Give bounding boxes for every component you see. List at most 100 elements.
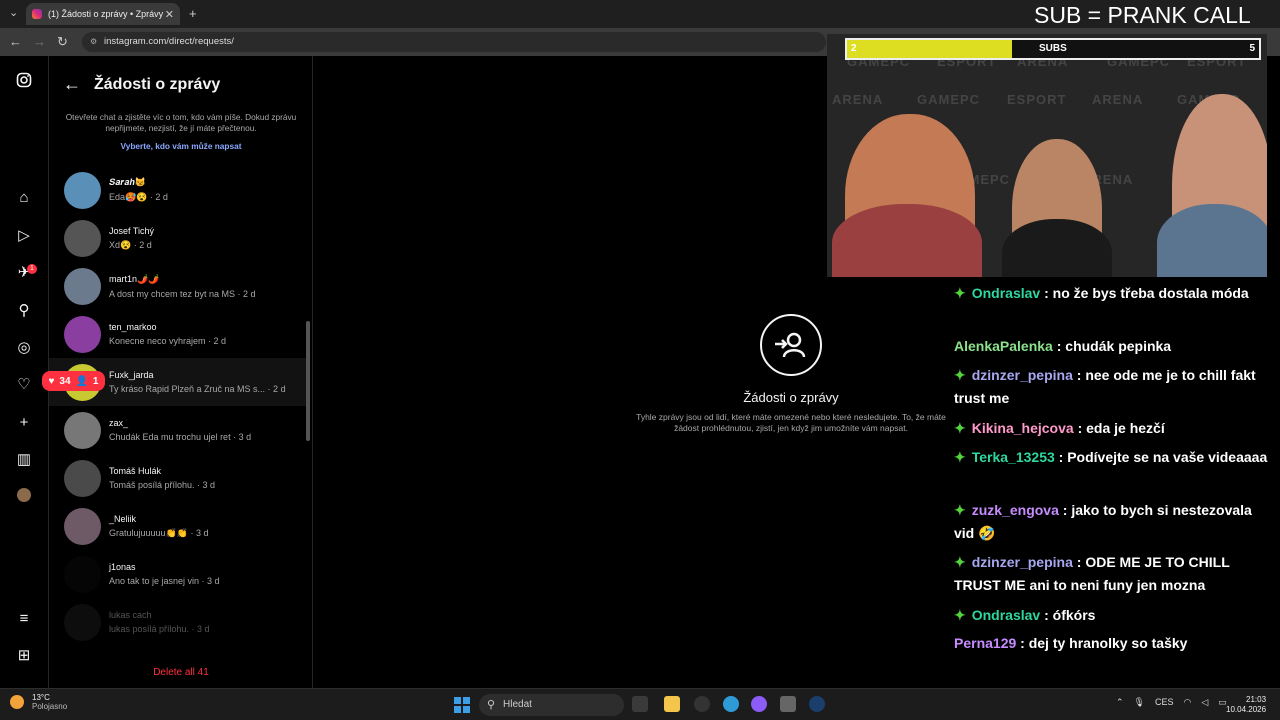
url-field[interactable]: ⚙ instagram.com/direct/requests/ [82, 32, 826, 52]
chat-badge-icon: ✦ [954, 607, 966, 623]
app-icon[interactable] [751, 696, 767, 712]
start-button-icon[interactable] [454, 697, 470, 713]
request-message: A dost my chcem tez byt na MS · 2 d [109, 288, 256, 299]
forward-icon[interactable]: → [33, 34, 46, 49]
chat-text: : eda je hezčí [1077, 420, 1165, 436]
chrome-icon[interactable] [723, 696, 739, 712]
create-icon[interactable]: + [14, 413, 34, 433]
reload-icon[interactable]: ↻ [57, 34, 68, 50]
person-middle-shirt [1002, 219, 1112, 277]
scrollbar[interactable] [306, 321, 310, 441]
language-indicator[interactable]: CES [1155, 697, 1174, 708]
search-icon[interactable]: ⚲ [14, 301, 34, 321]
request-row[interactable]: lukas cach lukas posílá přílohu. · 3 d [49, 598, 307, 644]
request-row[interactable]: mart1n🌶️🌶️ A dost my chcem tez byt na MS … [49, 262, 307, 310]
who-can-message-link[interactable]: Vyberte, kdo vám může napsat [49, 141, 313, 151]
request-text: Josef Tichý Xd😵 · 2 d [109, 226, 154, 251]
request-message: Konecne neco vyhrajem · 2 d [109, 336, 227, 346]
windows-taskbar: 13°C Polojasno ⚲ Hledat ⌃ 🎙 CES ◠ ◁ ▭ 21… [0, 688, 1280, 720]
tray-chevron-icon[interactable]: ⌃ [1116, 697, 1124, 708]
request-name: Tomáš Hulák [109, 466, 162, 476]
panel-description: Otevřete chat a zjistěte víc o tom, kdo … [65, 112, 297, 133]
chat-username: Ondraslav [971, 285, 1041, 301]
sub-goal-target: 5 [1249, 43, 1255, 54]
request-text: ten_markoo Konecne neco vyhrajem · 2 d [109, 322, 226, 346]
browser-tab[interactable]: (1) Žádosti o zprávy • Zprávy ✕ [26, 3, 180, 25]
request-name: Fuxk_jarda [109, 370, 154, 380]
back-arrow-icon[interactable]: ← [63, 74, 81, 95]
weather-widget[interactable]: 13°C Polojasno [10, 693, 67, 711]
request-text: lukas cach lukas posílá přílohu. · 3 d [109, 610, 210, 634]
request-message: Chudák Eda mu trochu ujel ret · 3 d [109, 432, 252, 442]
url-text: instagram.com/direct/requests/ [104, 36, 234, 47]
chat-text: : ófkórs [1044, 607, 1096, 623]
chat-username: dzinzer_pepina [971, 554, 1073, 570]
request-row[interactable]: Josef Tichý Xd😵 · 2 d [49, 214, 307, 262]
request-list: 𝑺𝒂𝒓𝒂𝒉😼 Eda🥵😵 · 2 d Josef Tichý Xd😵 · 2 d mar… [49, 166, 313, 644]
avatar [64, 507, 101, 545]
instagram-sidebar: ⌂ ▷ ✈ 1 ⚲ ◎ ♡ + ▥ ≡ ⊞ [0, 56, 49, 688]
request-message: Xd😵 · 2 d [109, 239, 152, 250]
file-explorer-icon[interactable] [664, 696, 680, 712]
chat-text: : no že bys třeba dostala móda [1044, 285, 1249, 301]
request-text: j1onas Ano tak to je jasnej vin · 3 d [109, 562, 220, 586]
back-icon[interactable]: ← [9, 34, 22, 49]
chat-badge-icon: ✦ [954, 367, 966, 383]
chat-badge-icon: ✦ [954, 420, 966, 436]
dashboard-icon[interactable]: ▥ [14, 450, 34, 470]
chat-message: Perna129 : dej ty hranolky so tašky [954, 632, 1274, 655]
chat-username: Perna129 [954, 635, 1017, 651]
threads-icon[interactable]: ⊞ [14, 646, 34, 666]
home-icon[interactable]: ⌂ [14, 188, 34, 208]
reels-icon[interactable]: ▷ [14, 226, 34, 246]
delete-all-button[interactable]: Delete all 41 [49, 667, 313, 678]
request-row[interactable]: 𝑺𝒂𝒓𝒂𝒉😼 Eda🥵😵 · 2 d [49, 166, 307, 214]
site-info-icon[interactable]: ⚙ [90, 37, 97, 46]
person-left-shirt [832, 204, 982, 277]
microphone-icon[interactable]: 🎙 [1134, 697, 1145, 708]
taskbar-search[interactable]: ⚲ Hledat [479, 694, 624, 716]
wifi-icon[interactable]: ◠ [1184, 697, 1192, 708]
chat-badge-icon: ✦ [954, 285, 966, 301]
chat-message: ✦ Ondraslav : no že bys třeba dostala mód… [954, 282, 1274, 305]
task-view-icon[interactable] [632, 696, 648, 712]
chat-message: AlenkaPalenka : chudák pepinka [954, 335, 1274, 358]
chat-message: ✦ Terka_13253 : Podívejte se na vaše vide… [954, 446, 1274, 469]
request-name: _Neliik [109, 513, 137, 524]
notification-pill[interactable]: ♥ 34 👤 1 [42, 371, 105, 391]
app-icon[interactable] [694, 696, 710, 712]
request-row[interactable]: _Neliik Gratulujuuuuu👏👏 · 3 d [49, 502, 307, 550]
notifications-icon[interactable]: ♡ [14, 375, 34, 395]
avatar [64, 555, 101, 593]
profile-icon[interactable] [14, 488, 34, 508]
request-name: ten_markoo [109, 322, 157, 332]
tab-menu-icon[interactable]: ⌄ [9, 6, 18, 19]
message-requests-icon [760, 314, 822, 376]
chat-username: Terka_13253 [971, 449, 1055, 465]
avatar [64, 171, 101, 209]
steam-icon[interactable] [809, 696, 825, 712]
volume-icon[interactable]: ◁ [1201, 697, 1208, 708]
chat-message: ✦ dzinzer_pepina : nee ode me je to chill… [954, 364, 1274, 410]
request-text: Fuxk_jarda Ty kráso Rapid Plzeň a Zruč na… [109, 370, 286, 394]
menu-icon[interactable]: ≡ [14, 609, 34, 629]
explore-icon[interactable]: ◎ [14, 338, 34, 358]
avatar [64, 315, 101, 353]
sub-goal-bar: 2 SUBS 5 [845, 38, 1261, 60]
instagram-icon[interactable] [14, 72, 34, 92]
request-row[interactable]: zax_ Chudák Eda mu trochu ujel ret · 3 d [49, 406, 307, 454]
request-text: Tomáš Hulák Tomáš posílá přílohu. · 3 d [109, 466, 215, 490]
request-row[interactable]: j1onas Ano tak to je jasnej vin · 3 d [49, 550, 307, 598]
clock[interactable]: 21:03 10.04.2026 [1226, 695, 1266, 715]
request-row[interactable]: ten_markoo Konecne neco vyhrajem · 2 d [49, 310, 307, 358]
avatar [64, 411, 101, 449]
new-tab-button[interactable]: + [189, 6, 197, 21]
request-message: Eda🥵😵 · 2 d [109, 192, 168, 202]
settings-icon[interactable] [780, 696, 796, 712]
close-tab-icon[interactable]: ✕ [165, 8, 174, 21]
weather-sun-icon [10, 695, 24, 709]
chat-badge-icon: ✦ [954, 449, 966, 465]
request-text: mart1n🌶️🌶️ A dost my chcem tez byt na MS … [109, 274, 256, 299]
request-row[interactable]: Tomáš Hulák Tomáš posílá přílohu. · 3 d [49, 454, 307, 502]
avatar [64, 603, 101, 641]
